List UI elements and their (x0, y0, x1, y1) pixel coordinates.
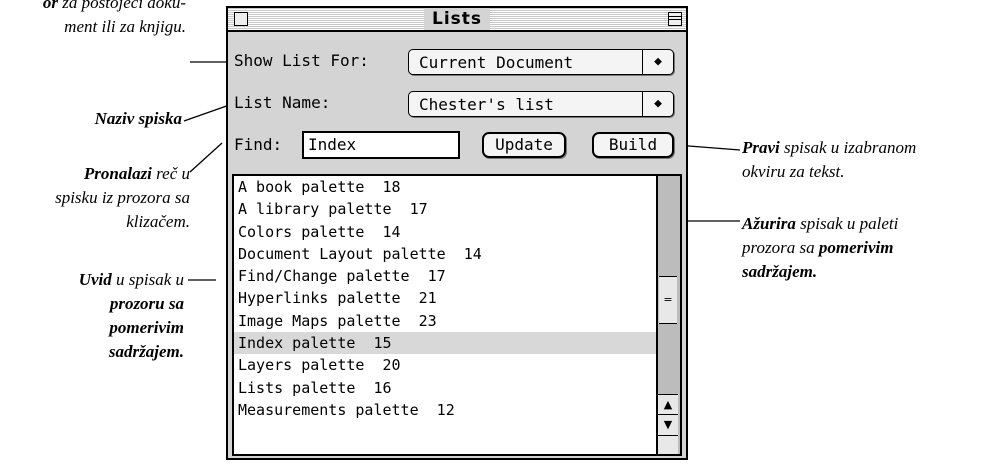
list-item[interactable]: Hyperlinks palette 21 (234, 287, 658, 309)
annotation-find: Pronalazi reč u spisku iz prozora sa kli… (55, 164, 190, 231)
collapse-box-icon[interactable] (668, 12, 682, 26)
show-list-for-label: Show List For: (234, 51, 369, 70)
close-box-icon[interactable] (234, 12, 248, 26)
find-input[interactable]: Index (302, 131, 460, 159)
scroll-up-arrow-icon[interactable]: ▲ (658, 394, 678, 415)
list-pane[interactable]: A book palette 18 A library palette 17 Col… (232, 174, 682, 456)
list-name-popup[interactable]: Chester's list ◆ (408, 91, 674, 117)
build-button[interactable]: Build (592, 132, 674, 158)
show-list-for-popup[interactable]: Current Document ◆ (408, 49, 674, 75)
show-list-for-value: Current Document (419, 53, 574, 72)
find-label: Find: (234, 135, 283, 154)
annotation-build: Pravi spisak u izabranom okviru za tekst… (742, 138, 917, 181)
annotation-update: Ažurira spisak u paleti prozora sa pomer… (742, 214, 899, 281)
list-item[interactable]: A library palette 17 (234, 198, 658, 220)
list-item[interactable]: Measurements palette 12 (234, 399, 658, 421)
scroll-down-arrow-icon[interactable]: ▼ (658, 414, 678, 435)
list-name-label: List Name: (234, 93, 331, 112)
list-item[interactable]: Colors palette 14 (234, 221, 658, 243)
list-item[interactable]: Index palette 15 (234, 332, 658, 355)
annotation-list-name: Naziv spiska (94, 109, 182, 128)
list-items: A book palette 18 A library palette 17 Col… (234, 176, 658, 421)
vertical-scrollbar[interactable]: = ▲ ▼ (656, 176, 680, 454)
popup-arrows-icon: ◆ (642, 92, 673, 116)
lists-palette: Lists Show List For: Current Document ◆ … (226, 6, 688, 460)
popup-arrows-icon: ◆ (642, 50, 673, 74)
resize-grip-icon[interactable] (658, 435, 678, 454)
list-item[interactable]: Find/Change palette 17 (234, 265, 658, 287)
annotation-view-list: Uvid u spisak u prozoru sa pomerivim sad… (78, 270, 184, 361)
list-item[interactable]: Layers palette 20 (234, 354, 658, 376)
list-item[interactable]: Image Maps palette 23 (234, 310, 658, 332)
scroll-thumb[interactable]: = (659, 276, 677, 324)
list-item[interactable]: Lists palette 16 (234, 377, 658, 399)
window-title: Lists (423, 8, 491, 30)
list-item[interactable]: Document Layout palette 14 (234, 243, 658, 265)
list-item[interactable]: A book palette 18 (234, 176, 658, 198)
title-bar[interactable]: Lists (228, 8, 686, 32)
annotation-show-list-for: or za postojeći doku- ment ili za knjigu… (42, 0, 186, 36)
list-name-value: Chester's list (419, 95, 554, 114)
update-button[interactable]: Update (482, 132, 566, 158)
